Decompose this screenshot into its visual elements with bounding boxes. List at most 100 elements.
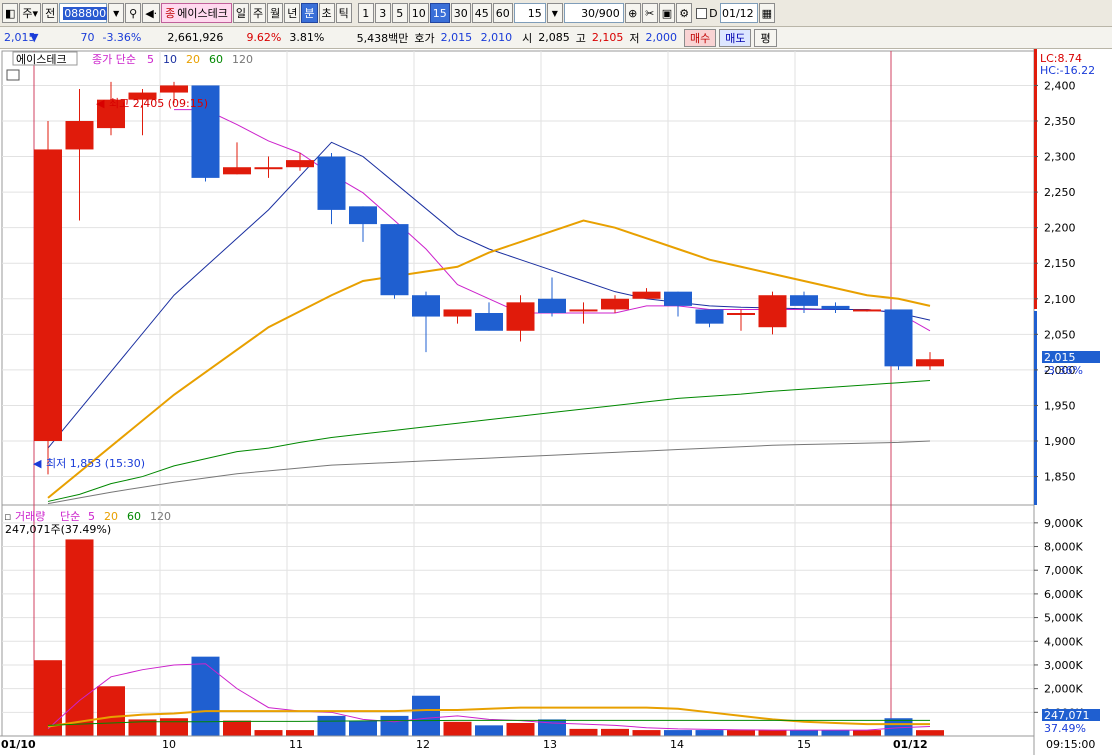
interval-tab-3[interactable]: 3 [374,3,391,23]
volume-bar [632,730,661,736]
x-tick-label: 11 [289,738,303,751]
stock-code-input[interactable]: 088800 [59,3,108,23]
price-change: 70 [80,31,95,44]
price-tick-label: 2,250 [1044,186,1076,199]
volume-bar [65,539,94,736]
chart-area[interactable]: 2,400 2,350 2,300 2,250 2,200 2,150 2,100 2,050… [0,49,1112,755]
layout-icon[interactable]: ◧ [2,3,19,23]
volume-bar [349,720,377,736]
candle-body [380,224,409,296]
time-label: 09:15:00 [1046,738,1095,751]
interval-tab-1[interactable]: 1 [357,3,374,23]
open-label: 시 [522,31,533,45]
volume-ma-title: 단순 [60,510,80,523]
low-annotation: 최저 1,853 (15:30) [46,457,145,470]
period-tab-2[interactable]: 월 [267,3,284,23]
candle-body [223,167,251,175]
date-checkbox[interactable] [696,7,708,19]
ma-legend-item[interactable]: 120 [150,510,171,523]
candle-body [506,302,535,331]
stock-name-field[interactable]: 종 에이스테크 [161,3,232,23]
volume-bar [664,730,692,736]
period-tab-3[interactable]: 년 [284,3,301,23]
trade-amount: 5,438백만 [356,31,409,45]
ma-legend-item[interactable]: 5 [147,53,154,66]
ma-legend-item[interactable]: 20 [104,510,118,523]
candle-body [664,291,692,306]
interval-tab-45[interactable]: 45 [471,3,492,23]
period-tab-5[interactable]: 초 [318,3,335,23]
interval-tab-5[interactable]: 5 [391,3,408,23]
bid-price: 2,010 [480,31,513,44]
x-tick-label: 01/10 [1,738,36,751]
sell-button[interactable]: 매도 [719,28,752,47]
crosshair-icon[interactable]: ✂ [641,3,658,23]
volume-bar [380,715,409,736]
save-icon[interactable]: ▣ [658,3,676,23]
price-tick-label: 2,350 [1044,115,1076,128]
interval-tab-60[interactable]: 60 [492,3,513,23]
ma-legend-item[interactable]: 60 [127,510,141,523]
candle-body [821,305,850,310]
candle-body [349,206,377,225]
volume-tick-label: 4,000K [1044,635,1083,648]
volume-collapse-icon[interactable]: ▫ [4,510,11,523]
code-dropdown-icon[interactable]: ▼ [108,3,125,23]
ma-legend-item[interactable]: 5 [88,510,95,523]
period-tab-0[interactable]: 일 [232,3,250,23]
price-volume-chart[interactable]: 2,400 2,350 2,300 2,250 2,200 2,150 2,100 2,050… [0,49,1112,755]
period-tab-4[interactable]: 분 [301,3,318,23]
high-price: 2,105 [591,31,624,44]
price-tick-label: 2,400 [1044,79,1076,92]
volume-bar [569,728,598,736]
interval-tab-15[interactable]: 15 [429,3,450,23]
hoga-label: 호가 [414,31,435,45]
interval-tab-30[interactable]: 30 [450,3,471,23]
volume-panel-border [1,504,1035,737]
table-icon[interactable] [6,69,20,81]
price-tick-label: 2,100 [1044,293,1076,306]
volume-tick-label: 5,000K [1044,612,1083,625]
price-tick-label: 2,150 [1044,257,1076,270]
price-tick-label: 2,050 [1044,328,1076,341]
candle-body [632,291,661,299]
candle-body [443,309,472,317]
candle-body [569,309,598,312]
volume-bar [727,730,755,736]
interval-tabs: 1 3 5 10 15 30 45 60 [357,3,513,23]
search-icon[interactable]: ⚲ [125,3,142,23]
ma-legend-item[interactable]: 10 [163,53,177,66]
period-tab-1[interactable]: 주 [250,3,267,23]
hc-label: HC:-16.22 [1040,64,1095,77]
ma-legend-item[interactable]: 20 [186,53,200,66]
x-tick-label: 10 [162,738,176,751]
quote-bar: 2,015 ▼ 70 -3.36% 2,661,926 9.62% 3.81% … [0,27,1112,49]
ask-price: 2,015 [440,31,473,44]
price-tick-label: 1,850 [1044,471,1076,484]
buy-button[interactable]: 매수 [683,28,717,47]
interval-tab-10[interactable]: 10 [408,3,429,23]
prev-button[interactable]: 전 [42,3,59,23]
volume-bar [97,686,125,736]
low-price: 2,000 [645,31,677,44]
volume-tick-label: 7,000K [1044,564,1083,577]
volume-tick-label: 3,000K [1044,659,1083,672]
count-input[interactable]: 30/900 [563,3,624,23]
speaker-icon[interactable]: ◀· [142,3,161,23]
flat-button[interactable]: 평 [754,28,777,47]
volume-bar [191,656,220,736]
date-input[interactable]: 01/12 [719,3,758,23]
period-tab-6[interactable]: 틱 [335,3,352,23]
low-annotation-arrow: ◀ [33,457,42,470]
interval-dropdown-icon[interactable]: ▼ [546,3,563,23]
high-annotation-arrow: ◀ [96,97,105,110]
gear-icon[interactable]: ⚙ [676,3,693,23]
ma-line-20 [47,219,931,499]
zoom-icon[interactable]: ⊕ [624,3,641,23]
interval-input[interactable]: 15 [513,3,546,23]
calendar-icon[interactable]: ▦ [758,3,776,23]
price-tick-label: 1,950 [1044,399,1076,412]
ma-legend-item[interactable]: 120 [232,53,253,66]
ma-legend-item[interactable]: 60 [209,53,223,66]
market-select[interactable]: 주 ▾ [19,3,42,23]
